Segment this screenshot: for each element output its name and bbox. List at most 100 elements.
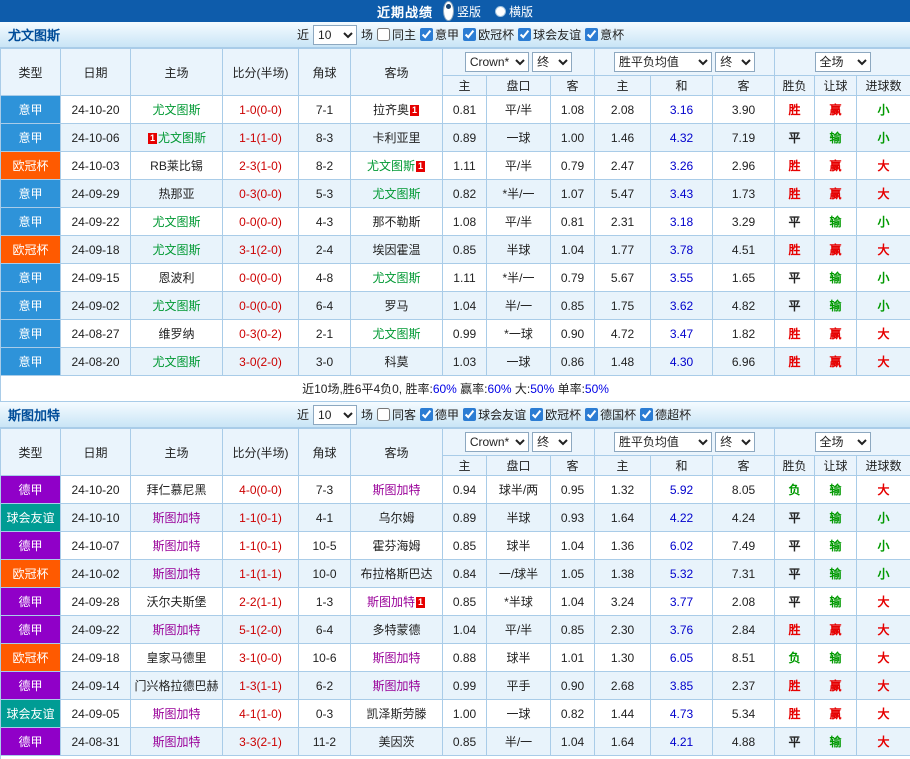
checkbox-icon[interactable] xyxy=(530,408,543,421)
score-cell[interactable]: 0-0(0-0) xyxy=(223,292,299,320)
score-cell[interactable]: 1-1(0-1) xyxy=(223,504,299,532)
filter-checkbox[interactable]: 欧冠杯 xyxy=(463,26,514,43)
checkbox-icon[interactable] xyxy=(377,28,390,41)
score-cell[interactable]: 0-0(0-0) xyxy=(223,208,299,236)
score-cell[interactable]: 1-3(1-1) xyxy=(223,672,299,700)
team-name[interactable]: 尤文图斯 xyxy=(8,25,60,44)
home-team-link[interactable]: 斯图加特 xyxy=(152,707,200,721)
scope-select[interactable]: 全场 xyxy=(815,52,871,72)
away-team-link[interactable]: 尤文图斯 xyxy=(372,327,420,341)
away-team-link[interactable]: 斯图加特 xyxy=(372,483,420,497)
filter-checkbox[interactable]: 德国杯 xyxy=(585,406,636,423)
away-team-link[interactable]: 尤文图斯 xyxy=(372,187,420,201)
score-cell[interactable]: 3-1(0-0) xyxy=(223,644,299,672)
avg-odds-select[interactable]: 胜平负均值 xyxy=(614,52,712,72)
home-team-link[interactable]: 斯图加特 xyxy=(152,623,200,637)
away-team-link[interactable]: 尤文图斯 xyxy=(372,271,420,285)
checkbox-icon[interactable] xyxy=(377,408,390,421)
home-team-link[interactable]: 尤文图斯 xyxy=(152,103,200,117)
odds-final-select[interactable]: 终 xyxy=(532,432,572,452)
score-cell[interactable]: 3-1(2-0) xyxy=(223,236,299,264)
filter-checkbox[interactable]: 德超杯 xyxy=(640,406,691,423)
filter-checkbox[interactable]: 意杯 xyxy=(585,26,624,43)
away-team-link[interactable]: 拉齐奥 xyxy=(373,103,409,117)
radio-icon[interactable] xyxy=(443,1,454,21)
home-team-link[interactable]: 尤文图斯 xyxy=(158,131,206,145)
bookmaker-select[interactable]: Crown* xyxy=(465,432,529,452)
home-team-link[interactable]: 拜仁慕尼黑 xyxy=(146,483,206,497)
scope-select[interactable]: 全场 xyxy=(815,432,871,452)
score-cell[interactable]: 3-0(2-0) xyxy=(223,348,299,376)
checkbox-icon[interactable] xyxy=(518,28,531,41)
odds-final-select[interactable]: 终 xyxy=(532,52,572,72)
home-team-link[interactable]: 尤文图斯 xyxy=(152,243,200,257)
checkbox-icon[interactable] xyxy=(420,408,433,421)
checkbox-icon[interactable] xyxy=(585,408,598,421)
away-team-link[interactable]: 埃因霍温 xyxy=(372,243,420,257)
home-team-link[interactable]: 热那亚 xyxy=(158,187,194,201)
score-cell[interactable]: 4-0(0-0) xyxy=(223,476,299,504)
score-cell[interactable]: 2-2(1-1) xyxy=(223,588,299,616)
avg-final-select[interactable]: 终 xyxy=(715,432,755,452)
home-team-link[interactable]: 尤文图斯 xyxy=(152,215,200,229)
away-team-link[interactable]: 科莫 xyxy=(384,355,408,369)
score-cell[interactable]: 4-1(1-0) xyxy=(223,700,299,728)
filter-checkbox[interactable]: 意甲 xyxy=(420,26,459,43)
checkbox-icon[interactable] xyxy=(420,28,433,41)
score-cell[interactable]: 0-3(0-2) xyxy=(223,320,299,348)
layout-option-label[interactable]: 横版 xyxy=(509,3,533,20)
bookmaker-select[interactable]: Crown* xyxy=(465,52,529,72)
away-team-link[interactable]: 布拉格斯巴达 xyxy=(360,567,432,581)
away-team-link[interactable]: 尤文图斯 xyxy=(367,159,415,173)
home-team-link[interactable]: 沃尔夫斯堡 xyxy=(146,595,206,609)
away-team-link[interactable]: 罗马 xyxy=(384,299,408,313)
home-team-link[interactable]: 斯图加特 xyxy=(152,567,200,581)
away-team-link[interactable]: 斯图加特 xyxy=(372,679,420,693)
filter-checkbox[interactable]: 球会友谊 xyxy=(518,26,581,43)
home-team-link[interactable]: RB莱比锡 xyxy=(150,159,203,173)
match-count-select[interactable]: 10 xyxy=(313,25,357,45)
home-team-link[interactable]: 斯图加特 xyxy=(152,511,200,525)
home-team-link[interactable]: 皇家马德里 xyxy=(146,651,206,665)
score-cell[interactable]: 0-3(0-0) xyxy=(223,180,299,208)
away-team-link[interactable]: 乌尔姆 xyxy=(378,511,414,525)
match-count-select[interactable]: 10 xyxy=(313,405,357,425)
home-team-link[interactable]: 尤文图斯 xyxy=(152,299,200,313)
away-team-link[interactable]: 凯泽斯劳滕 xyxy=(366,707,426,721)
away-team-link[interactable]: 斯图加特 xyxy=(372,651,420,665)
score-cell[interactable]: 1-1(1-1) xyxy=(223,560,299,588)
checkbox-icon[interactable] xyxy=(585,28,598,41)
score-cell[interactable]: 1-1(1-0) xyxy=(223,124,299,152)
home-team-link[interactable]: 斯图加特 xyxy=(152,735,200,749)
checkbox-icon[interactable] xyxy=(640,408,653,421)
home-team-link[interactable]: 维罗纳 xyxy=(158,327,194,341)
filter-checkbox[interactable]: 德甲 xyxy=(420,406,459,423)
score-cell[interactable]: 3-3(2-1) xyxy=(223,728,299,756)
score-cell[interactable]: 5-1(2-0) xyxy=(223,616,299,644)
checkbox-icon[interactable] xyxy=(463,408,476,421)
filter-checkbox[interactable]: 同主 xyxy=(377,26,416,43)
avg-odds-select[interactable]: 胜平负均值 xyxy=(614,432,712,452)
away-team-link[interactable]: 斯图加特 xyxy=(367,595,415,609)
score-cell[interactable]: 1-1(0-1) xyxy=(223,532,299,560)
layout-option-vertical[interactable]: 竖版 xyxy=(443,1,481,21)
score-cell[interactable]: 0-0(0-0) xyxy=(223,264,299,292)
checkbox-icon[interactable] xyxy=(463,28,476,41)
away-team-link[interactable]: 那不勒斯 xyxy=(372,215,420,229)
filter-checkbox[interactable]: 同客 xyxy=(377,406,416,423)
team-name[interactable]: 斯图加特 xyxy=(8,405,60,424)
home-team-link[interactable]: 恩波利 xyxy=(158,271,194,285)
home-team-link[interactable]: 尤文图斯 xyxy=(152,355,200,369)
layout-option-horizontal[interactable]: 横版 xyxy=(495,3,533,20)
away-team-link[interactable]: 霍芬海姆 xyxy=(372,539,420,553)
avg-final-select[interactable]: 终 xyxy=(715,52,755,72)
radio-icon[interactable] xyxy=(495,6,506,17)
filter-checkbox[interactable]: 欧冠杯 xyxy=(530,406,581,423)
score-cell[interactable]: 1-0(0-0) xyxy=(223,96,299,124)
layout-option-label[interactable]: 竖版 xyxy=(457,3,481,20)
filter-checkbox[interactable]: 球会友谊 xyxy=(463,406,526,423)
home-team-link[interactable]: 斯图加特 xyxy=(152,539,200,553)
away-team-link[interactable]: 美因茨 xyxy=(378,735,414,749)
score-cell[interactable]: 2-3(1-0) xyxy=(223,152,299,180)
away-team-link[interactable]: 卡利亚里 xyxy=(372,131,420,145)
